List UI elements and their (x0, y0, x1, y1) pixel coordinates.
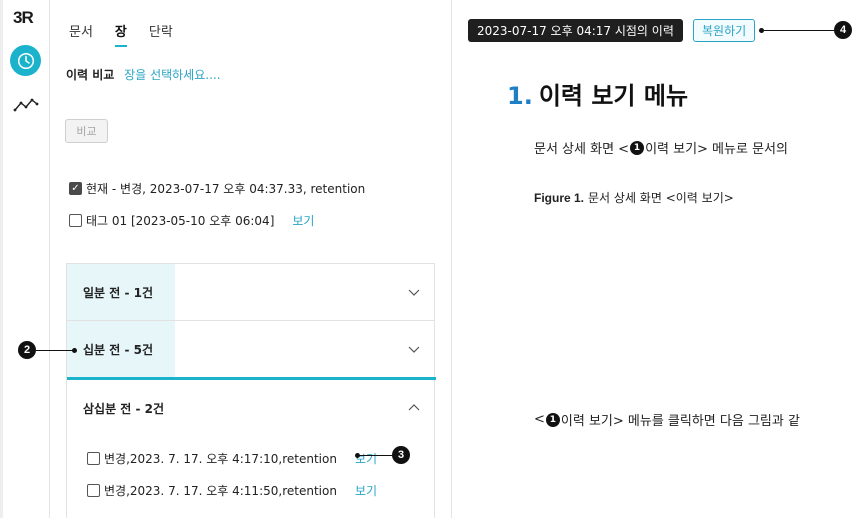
tag-checkbox[interactable] (69, 214, 82, 227)
view-link[interactable]: 보기 (355, 482, 377, 499)
entry-checkbox[interactable] (87, 484, 100, 497)
heading-number: 1. (507, 82, 533, 110)
entry-text: 변경,2023. 7. 17. 오후 4:17:10,retention (104, 452, 337, 466)
accordion-item-10min[interactable]: 십분 전 - 5건 (67, 321, 434, 378)
callout-dot (355, 453, 360, 458)
para-text: < (534, 412, 545, 427)
callout-dot (72, 348, 77, 353)
tab-chapter[interactable]: 장 (114, 21, 127, 47)
view-link[interactable]: 보기 (292, 212, 314, 229)
figure-caption: Figure 1. 문서 상세 화면 <이력 보기> (534, 189, 734, 206)
accordion-label: 일분 전 - 1건 (67, 264, 175, 320)
select-chapter-link[interactable]: 장을 선택하세요.... (124, 68, 220, 82)
selection-text: 태그 01 [2023-05-10 오후 06:04] (86, 214, 275, 228)
current-checkbox[interactable]: ✓ (69, 182, 82, 195)
callout-marker: 3 (392, 446, 410, 464)
left-rail: 3R (0, 0, 50, 518)
restore-button[interactable]: 복원하기 (693, 19, 756, 42)
scope-tabs: 문서 장 단락 (69, 21, 195, 47)
callout-leader (358, 455, 392, 456)
entry-checkbox[interactable] (87, 452, 100, 465)
body-paragraph: 문서 상세 화면 < 1 이력 보기> 메뉴로 문서의 (534, 138, 788, 157)
inline-number-badge: 1 (545, 412, 560, 427)
history-accordion: 일분 전 - 1건 십분 전 - 5건 삼십분 전 - 2건 변경,2023. … (66, 263, 436, 518)
history-compare-row: 이력 비교 장을 선택하세요.... (66, 66, 221, 83)
history-timestamp-badge: 2023-07-17 오후 04:17 시점의 이력 (468, 19, 683, 42)
accordion-label: 삼십분 전 - 2건 (83, 401, 165, 416)
selection-row-tag: 태그 01 [2023-05-10 오후 06:04] 보기 (69, 212, 314, 229)
para-text: 문서 상세 화면 < (534, 142, 630, 157)
clock-icon (17, 52, 34, 69)
entry-text: 변경,2023. 7. 17. 오후 4:11:50,retention (104, 484, 337, 498)
inline-number-badge: 1 (630, 140, 645, 155)
selection-row-current: ✓ 현재 - 변경, 2023-07-17 오후 04:37.33, reten… (69, 180, 365, 197)
trend-icon (13, 98, 39, 112)
chevron-down-icon (408, 346, 420, 353)
callout-leader (762, 30, 834, 31)
callout-dot (759, 28, 764, 33)
chevron-up-icon (408, 404, 420, 411)
figure-caption-text: 문서 상세 화면 <이력 보기> (588, 191, 734, 205)
para-text: 이력 보기> 메뉴를 클릭하면 다음 그림과 같 (560, 414, 800, 429)
section-heading: 1. 이력 보기 메뉴 (507, 76, 688, 111)
trend-button[interactable] (13, 95, 39, 115)
tab-document[interactable]: 문서 (69, 21, 93, 47)
app-root: 3R 문서 장 단락 이력 비교 장을 선택하세요.... 비교 ✓ 현재 - … (0, 0, 854, 518)
accordion-label: 십분 전 - 5건 (67, 321, 175, 377)
app-logo: 3R (13, 8, 34, 27)
history-entry-row: 변경,2023. 7. 17. 오후 4:11:50,retention 보기 (87, 482, 377, 499)
para-text: 이력 보기> 메뉴로 문서의 (645, 142, 788, 157)
accordion-item-30min[interactable]: 삼십분 전 - 2건 (67, 380, 434, 436)
right-gutter (808, 0, 854, 518)
callout-marker: 2 (18, 341, 36, 359)
compare-label: 이력 비교 (66, 68, 115, 82)
body-paragraph: < 1 이력 보기> 메뉴를 클릭하면 다음 그림과 같 (534, 410, 800, 429)
compare-button[interactable]: 비교 (65, 119, 108, 143)
history-panel: 문서 장 단락 이력 비교 장을 선택하세요.... 비교 ✓ 현재 - 변경,… (51, 0, 452, 518)
history-entry-row: 변경,2023. 7. 17. 오후 4:17:10,retention 보기 (87, 450, 377, 467)
accordion-item-1min[interactable]: 일분 전 - 1건 (67, 264, 434, 321)
tab-paragraph[interactable]: 단락 (149, 21, 173, 47)
chevron-down-icon (408, 289, 420, 296)
heading-text: 이력 보기 메뉴 (538, 82, 689, 110)
callout-marker: 4 (834, 21, 852, 39)
document-viewer: 2023-07-17 오후 04:17 시점의 이력 복원하기 1. 이력 보기 … (453, 0, 808, 518)
callout-leader (36, 350, 74, 351)
history-clock-button[interactable] (10, 45, 41, 76)
selection-text: 현재 - 변경, 2023-07-17 오후 04:37.33, retenti… (86, 182, 366, 196)
figure-label: Figure 1. (534, 191, 585, 205)
rail-edge (0, 0, 3, 518)
